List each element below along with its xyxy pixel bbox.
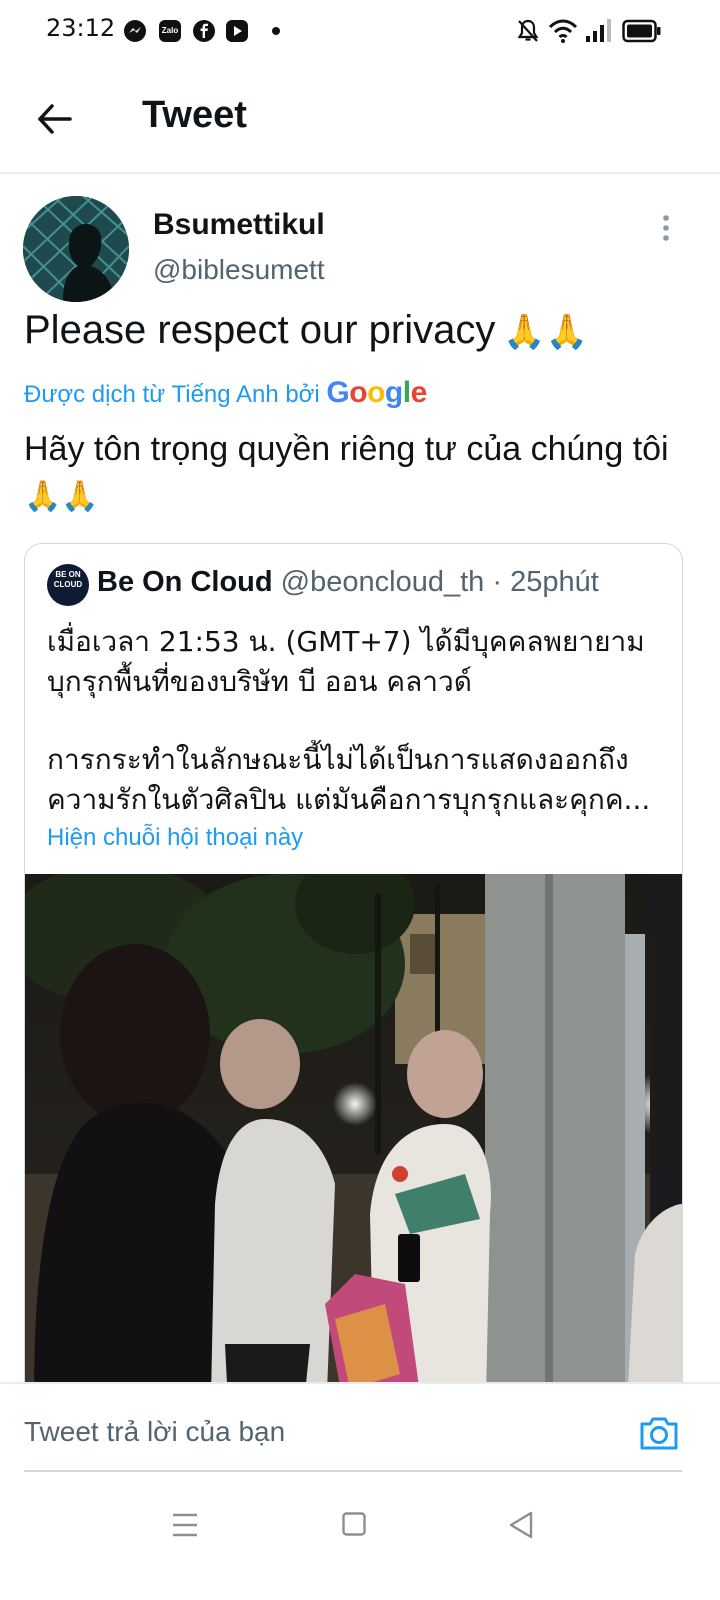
- translated-text: Hãy tôn trọng quyền riêng tư của chúng t…: [24, 426, 674, 520]
- quoted-handle[interactable]: @beoncloud_th: [281, 566, 485, 598]
- translation-credit: Được dịch từ Tiếng Anh bởi Google: [24, 376, 427, 410]
- tweet-body: Please respect our privacy: [24, 308, 496, 352]
- quoted-avatar[interactable]: BE ON CLOUD: [47, 564, 89, 606]
- more-vertical-icon: [654, 215, 678, 250]
- header: Tweet: [0, 64, 720, 174]
- system-nav-bar: [0, 1480, 720, 1600]
- quoted-name[interactable]: Be On Cloud: [97, 566, 273, 598]
- menu-icon: [172, 1513, 198, 1544]
- zalo-icon: Zalo: [159, 20, 181, 42]
- author-handle[interactable]: @biblesumett: [153, 254, 325, 286]
- translated-body: Hãy tôn trọng quyền riêng tư của chúng t…: [24, 430, 669, 468]
- quoted-text: เมื่อเวลา 21:53 น. (GMT+7) ได้มีบุคคลพยา…: [47, 622, 657, 820]
- reply-divider: [24, 1470, 682, 1472]
- more-options-button[interactable]: [654, 212, 678, 246]
- signal-icon: [584, 18, 614, 49]
- translation-label: Được dịch từ Tiếng Anh bởi: [24, 381, 320, 408]
- quoted-avatar-text: BE ON CLOUD: [53, 570, 83, 589]
- mute-icon: [516, 18, 540, 49]
- notification-dot: [272, 27, 280, 35]
- reply-input[interactable]: Tweet trả lời của bạn: [24, 1416, 285, 1448]
- camera-icon: [638, 1417, 680, 1458]
- nav-home-button[interactable]: [342, 1512, 366, 1536]
- youtube-icon: [226, 20, 248, 42]
- nav-menu-button[interactable]: [172, 1510, 198, 1540]
- author-name[interactable]: Bsumettikul: [153, 208, 325, 242]
- google-logo: Google: [326, 376, 427, 409]
- status-time: 23:12: [46, 14, 116, 42]
- tweet-text: Please respect our privacy 🙏🙏: [24, 308, 588, 353]
- quoted-header: Be On Cloud @beoncloud_th · 25phút: [97, 566, 599, 599]
- show-thread-link[interactable]: Hiện chuỗi hội thoại này: [47, 824, 303, 852]
- quoted-paragraph-2: การกระทำในลักษณะนี้ไม่ได้เป็นการแสดงออกถ…: [47, 743, 651, 816]
- status-bar: 23:12 Zalo: [0, 0, 720, 64]
- battery-icon: [622, 19, 662, 48]
- facebook-icon: [193, 20, 215, 42]
- quoted-tweet-card[interactable]: BE ON CLOUD Be On Cloud @beoncloud_th · …: [24, 543, 683, 1445]
- quoted-paragraph-1: เมื่อเวลา 21:53 น. (GMT+7) ได้มีบุคคลพยา…: [47, 625, 645, 698]
- quoted-time: 25phút: [510, 566, 599, 598]
- author-avatar[interactable]: [23, 196, 129, 302]
- back-button[interactable]: [30, 94, 80, 144]
- pray-emoji: 🙏🙏: [503, 313, 588, 351]
- nav-back-button[interactable]: [508, 1510, 534, 1540]
- home-square-icon: [342, 1512, 366, 1540]
- messenger-icon: [124, 20, 146, 42]
- page-title: Tweet: [142, 94, 247, 136]
- reply-bar: Tweet trả lời của bạn: [0, 1382, 720, 1474]
- back-arrow-icon: [30, 104, 80, 148]
- quoted-separator: ·: [492, 566, 503, 598]
- pray-emoji-translated: 🙏🙏: [24, 480, 99, 513]
- camera-button[interactable]: [638, 1412, 680, 1454]
- night-street-photo[interactable]: [25, 854, 682, 1444]
- back-triangle-icon: [508, 1511, 534, 1544]
- wifi-icon: [548, 18, 578, 49]
